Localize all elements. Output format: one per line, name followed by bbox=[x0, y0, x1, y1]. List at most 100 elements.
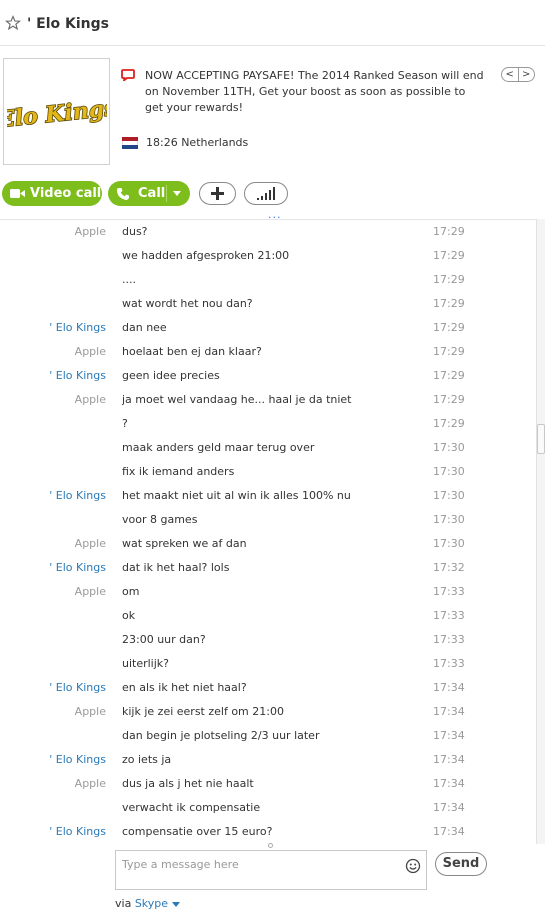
via-chevron-down-icon[interactable] bbox=[172, 901, 181, 907]
message-timestamp: 17:34 bbox=[433, 777, 465, 790]
contact-avatar[interactable]: Elo Kings bbox=[3, 58, 110, 165]
contact-name-title: ' Elo Kings bbox=[27, 16, 109, 32]
message-timestamp: 17:30 bbox=[433, 441, 465, 454]
message-timestamp: 17:34 bbox=[433, 801, 465, 814]
message-text: dan nee bbox=[122, 321, 167, 334]
message-timestamp: 17:29 bbox=[433, 321, 465, 334]
message-row: ' Elo Kings geen idee precies 17:29 bbox=[0, 364, 536, 388]
message-text: .... bbox=[122, 273, 136, 286]
mood-nav: < > bbox=[501, 67, 535, 82]
call-quality-button[interactable] bbox=[244, 182, 288, 205]
send-button[interactable]: Send bbox=[435, 852, 487, 876]
message-timestamp: 17:33 bbox=[433, 657, 465, 670]
message-row: dan begin je plotseling 2/3 uur later 17:… bbox=[0, 724, 536, 748]
message-row: Apple ja moet wel vandaag he... haal je d… bbox=[0, 388, 536, 412]
message-timestamp: 17:30 bbox=[433, 537, 465, 550]
message-text: dus ja als j het nie haalt bbox=[122, 777, 254, 790]
chat-scrollbar-thumb[interactable] bbox=[537, 424, 545, 454]
message-text: verwacht ik compensatie bbox=[122, 801, 261, 814]
message-sender[interactable]: Apple bbox=[75, 777, 106, 790]
message-sender[interactable]: ' Elo Kings bbox=[49, 753, 106, 766]
message-sender[interactable]: Apple bbox=[75, 345, 106, 358]
message-sender[interactable]: ' Elo Kings bbox=[49, 489, 106, 502]
star-outline-icon[interactable] bbox=[5, 15, 21, 31]
send-via-selector[interactable]: via Skype bbox=[115, 897, 181, 910]
message-row: ' Elo Kings zo iets ja 17:34 bbox=[0, 748, 536, 772]
message-sender[interactable]: Apple bbox=[75, 537, 106, 550]
message-composer[interactable] bbox=[115, 850, 427, 890]
call-button[interactable]: Call bbox=[108, 181, 190, 206]
message-text: uiterlijk? bbox=[122, 657, 170, 670]
message-sender[interactable]: ' Elo Kings bbox=[49, 561, 106, 574]
message-row: Apple om 17:33 bbox=[0, 580, 536, 604]
message-sender[interactable]: Apple bbox=[75, 705, 106, 718]
message-input[interactable] bbox=[122, 855, 392, 873]
message-row: ok 17:33 bbox=[0, 604, 536, 628]
message-timestamp: 17:29 bbox=[433, 369, 465, 382]
mood-next-button[interactable]: > bbox=[519, 68, 535, 81]
message-timestamp: 17:33 bbox=[433, 633, 465, 646]
message-timestamp: 17:29 bbox=[433, 273, 465, 286]
message-row: ' Elo Kings dan nee 17:29 bbox=[0, 316, 536, 340]
call-label: Call bbox=[138, 186, 166, 201]
smiley-icon[interactable] bbox=[405, 858, 421, 874]
message-sender[interactable]: ' Elo Kings bbox=[49, 825, 106, 838]
composer-resize-handle[interactable] bbox=[268, 843, 273, 848]
message-sender[interactable]: ' Elo Kings bbox=[49, 321, 106, 334]
message-timestamp: 17:34 bbox=[433, 705, 465, 718]
message-sender[interactable]: Apple bbox=[75, 225, 106, 238]
message-text: ok bbox=[122, 609, 136, 622]
message-row: Apple hoelaat ben ej dan klaar? 17:29 bbox=[0, 340, 536, 364]
message-row: ' Elo Kings het maakt niet uit al win ik … bbox=[0, 484, 536, 508]
message-timestamp: 17:29 bbox=[433, 297, 465, 310]
message-timestamp: 17:30 bbox=[433, 489, 465, 502]
via-label: via bbox=[115, 897, 132, 910]
video-call-label: Video call bbox=[30, 186, 102, 201]
message-sender[interactable]: Apple bbox=[75, 393, 106, 406]
mood-message-icon bbox=[121, 69, 135, 81]
message-timestamp: 17:29 bbox=[433, 345, 465, 358]
message-row: maak anders geld maar terug over 17:30 bbox=[0, 436, 536, 460]
mood-message: NOW ACCEPTING PAYSAFE! The 2014 Ranked S… bbox=[145, 69, 484, 114]
message-sender[interactable]: ' Elo Kings bbox=[49, 681, 106, 694]
message-text: geen idee precies bbox=[122, 369, 220, 382]
chat-scrollbar[interactable] bbox=[536, 219, 545, 844]
message-sender[interactable]: ' Elo Kings bbox=[49, 369, 106, 382]
message-timestamp: 17:34 bbox=[433, 729, 465, 742]
message-text: we hadden afgesproken 21:00 bbox=[122, 249, 290, 262]
message-row: Apple dus ja als j het nie haalt 17:34 bbox=[0, 772, 536, 796]
call-options-chevron-down-icon[interactable] bbox=[173, 191, 181, 196]
message-text: om bbox=[122, 585, 140, 598]
message-timestamp: 17:30 bbox=[433, 465, 465, 478]
message-text: kijk je zei eerst zelf om 21:00 bbox=[122, 705, 284, 718]
message-text: wat spreken we af dan bbox=[122, 537, 247, 550]
message-row: we hadden afgesproken 21:00 17:29 bbox=[0, 244, 536, 268]
message-row: 23:00 uur dan? 17:33 bbox=[0, 628, 536, 652]
mood-prev-button[interactable]: < bbox=[502, 68, 519, 81]
message-text: dan begin je plotseling 2/3 uur later bbox=[122, 729, 320, 742]
message-timestamp: 17:29 bbox=[433, 393, 465, 406]
message-timestamp: 17:29 bbox=[433, 417, 465, 430]
message-row: ' Elo Kings dat ik het haal? lols 17:32 bbox=[0, 556, 536, 580]
conversation-history[interactable]: Apple dus? 17:29 we hadden afgesproken 21:0… bbox=[0, 219, 536, 844]
via-service[interactable]: Skype bbox=[135, 897, 168, 910]
message-timestamp: 17:34 bbox=[433, 681, 465, 694]
profile-panel: Elo Kings NOW ACCEPTING PAYSAFE! The 201… bbox=[0, 46, 545, 174]
message-row: .... 17:29 bbox=[0, 268, 536, 292]
video-camera-icon bbox=[10, 189, 25, 198]
message-row: Apple kijk je zei eerst zelf om 21:00 17:3… bbox=[0, 700, 536, 724]
message-row: ? 17:29 bbox=[0, 412, 536, 436]
message-text: het maakt niet uit al win ik alles 100% … bbox=[122, 489, 351, 502]
message-text: compensatie over 15 euro? bbox=[122, 825, 273, 838]
message-row: wat wordt het nou dan? 17:29 bbox=[0, 292, 536, 316]
message-sender[interactable]: Apple bbox=[75, 585, 106, 598]
add-button[interactable] bbox=[199, 182, 236, 205]
message-text: dat ik het haal? lols bbox=[122, 561, 230, 574]
netherlands-flag-icon bbox=[122, 137, 138, 149]
video-call-button[interactable]: Video call bbox=[2, 181, 102, 206]
message-text: en als ik het niet haal? bbox=[122, 681, 247, 694]
message-text: fix ik iemand anders bbox=[122, 465, 235, 478]
message-row: Apple dus? 17:29 bbox=[0, 220, 536, 244]
message-row: Apple wat spreken we af dan 17:30 bbox=[0, 532, 536, 556]
message-row: ' Elo Kings en als ik het niet haal? 17:34 bbox=[0, 676, 536, 700]
